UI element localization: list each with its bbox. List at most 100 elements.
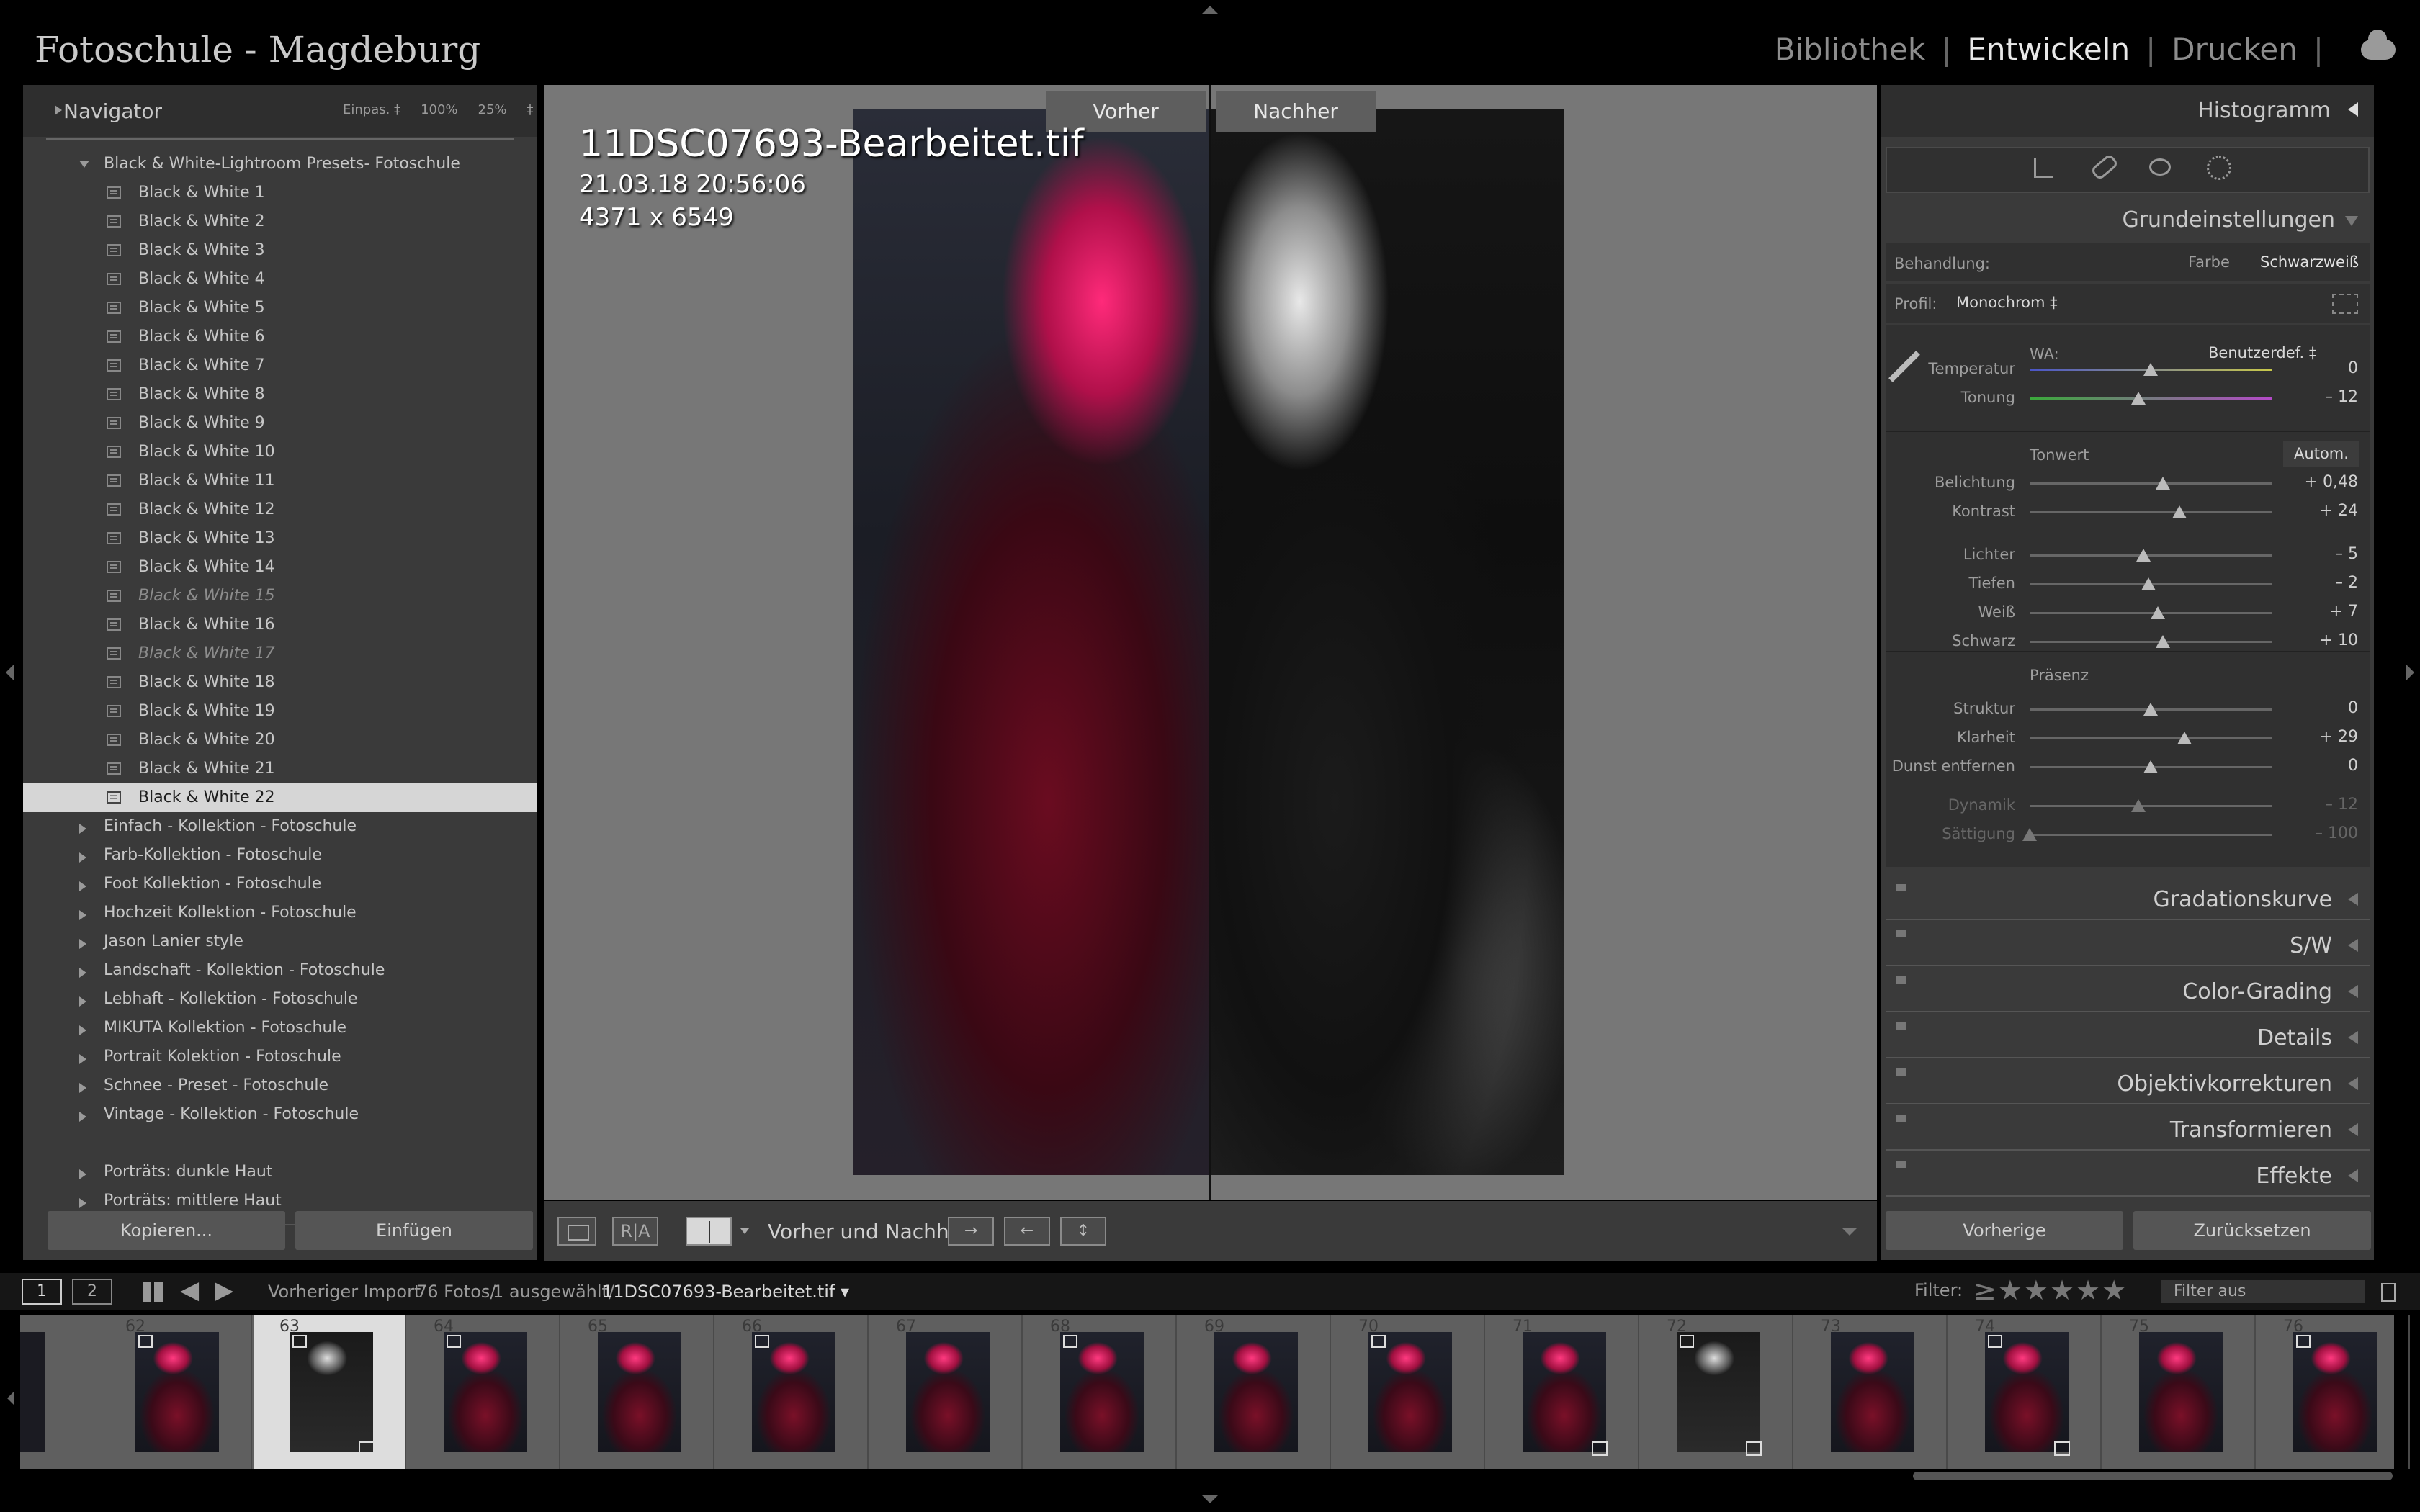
expand-icon[interactable] [79,1169,86,1179]
expand-icon[interactable] [79,1083,86,1093]
preset-item[interactable]: Black & White 17 [23,639,537,668]
view-2-button[interactable]: 2 [72,1279,112,1305]
slider-value[interactable]: + 0,48 [2275,473,2358,491]
masking-icon[interactable] [2207,156,2231,180]
copy-before-to-after-icon[interactable]: → [948,1217,994,1246]
panel-expand-icon[interactable] [2348,1077,2358,1090]
before-after-ra-icon[interactable]: R|A [612,1217,658,1246]
preset-item[interactable]: Black & White 1 [23,179,537,207]
forward-arrow-icon[interactable]: ▶ [215,1276,233,1305]
preset-item[interactable]: Black & White 19 [23,697,537,726]
photo-thumbnail[interactable] [1060,1332,1144,1452]
slider-thumb[interactable] [2141,577,2156,590]
profile-browser-icon[interactable] [2332,294,2358,314]
photo-thumbnail[interactable] [1214,1332,1298,1452]
reset-button[interactable]: Zurücksetzen [2133,1211,2371,1250]
basic-header[interactable]: Grundeinstellungen [1881,199,2374,239]
before-after-split-line[interactable] [1209,85,1211,1200]
filmstrip-cell[interactable]: 76 [2257,1315,2410,1469]
zoom-100-option[interactable]: 100% [421,102,457,117]
filmstrip-cell[interactable]: 74 [1949,1315,2102,1469]
panel-expand-icon[interactable] [2348,893,2358,906]
preset-item[interactable]: Black & White 3 [23,236,537,265]
swap-before-after-icon[interactable]: ↕ [1060,1217,1106,1246]
filmstrip-cell[interactable]: 65 [562,1315,714,1469]
filmstrip-cell[interactable]: 68 [1024,1315,1177,1469]
zoom-25-option[interactable]: 25% [478,102,507,117]
slider-thumb[interactable] [2151,606,2166,619]
slider-value[interactable]: – 5 [2275,545,2358,563]
preset-item[interactable]: Black & White 2 [23,207,537,236]
panel-toggle-switch[interactable] [1896,884,1906,891]
expand-icon[interactable] [79,852,86,863]
panel-toggle-switch[interactable] [1896,976,1906,984]
panel-toggle-switch[interactable] [1896,1068,1906,1076]
photo-thumbnail[interactable] [752,1332,835,1452]
expand-icon[interactable] [79,881,86,891]
slider-value[interactable]: 0 [2275,359,2358,377]
slider-thumb[interactable] [2131,392,2146,405]
preset-group[interactable]: Porträts: dunkle Haut [23,1158,537,1187]
preset-group[interactable]: Einfach - Kollektion - Fotoschule [23,812,537,841]
preset-item[interactable]: Black & White 7 [23,351,537,380]
preset-item[interactable]: Black & White 14 [23,553,537,582]
preset-item[interactable]: Black & White 18 [23,668,537,697]
panel-expand-icon[interactable] [2348,1123,2358,1136]
slider-thumb[interactable] [2022,828,2037,841]
zoom-fit-option[interactable]: Einpas. ‡ [343,102,400,117]
preset-item[interactable]: Black & White 5 [23,294,537,323]
healing-brush-icon[interactable] [2089,153,2120,181]
top-panel-toggle-icon[interactable] [1201,6,1219,14]
preset-item[interactable]: Black & White 22 [23,783,537,812]
photo-thumbnail[interactable] [290,1332,373,1452]
slider-track[interactable] [2030,511,2272,513]
crop-icon[interactable] [2034,158,2053,178]
module-develop[interactable]: Entwickeln [1967,32,2130,67]
slider-track[interactable] [2030,737,2272,739]
current-file[interactable]: 11DSC07693-Bearbeitet.tif ▾ [602,1282,849,1302]
preset-group[interactable]: Farb-Kollektion - Fotoschule [23,841,537,870]
module-print[interactable]: Drucken [2172,32,2298,67]
previous-settings-button[interactable]: Vorherige [1886,1211,2123,1250]
preset-item[interactable]: Black & White 13 [23,524,537,553]
preset-item[interactable]: Black & White 11 [23,467,537,495]
slider-thumb[interactable] [2143,363,2158,376]
right-panel-toggle-icon[interactable] [2406,664,2414,681]
photo-thumbnail[interactable] [2139,1332,2223,1452]
expand-icon[interactable] [79,996,86,1007]
filter-dropdown[interactable]: Filter aus [2161,1280,2365,1303]
photo-thumbnail[interactable] [444,1332,527,1452]
rating-filter-stars[interactable]: ≥★★★★★ [1973,1274,2128,1306]
filmstrip-scrollbar[interactable] [1913,1472,2393,1480]
collapse-icon[interactable] [79,161,89,168]
slider-value[interactable]: – 12 [2275,796,2358,814]
slider-thumb[interactable] [2177,732,2192,744]
slider-track[interactable] [2030,482,2272,485]
photo-thumbnail[interactable] [1368,1332,1452,1452]
preset-item[interactable]: Black & White 16 [23,611,537,639]
slider-track[interactable] [2030,554,2272,557]
panel-header[interactable]: Gradationskurve [1886,877,2370,920]
slider-value[interactable]: + 10 [2275,631,2358,649]
preset-item[interactable]: Black & White 9 [23,409,537,438]
basic-collapse-icon[interactable] [2345,216,2358,226]
slider-thumb[interactable] [2143,703,2158,716]
navigator-header[interactable]: Navigator Einpas. ‡ 100% 25% ‡ [23,85,537,137]
slider-value[interactable]: 0 [2275,699,2358,717]
panel-toggle-switch[interactable] [1896,930,1906,937]
preset-item[interactable]: Black & White 4 [23,265,537,294]
slider-track[interactable] [2030,834,2272,836]
preset-group[interactable]: Schnee - Preset - Fotoschule [23,1071,537,1100]
preset-group[interactable]: Hochzeit Kollektion - Fotoschule [23,899,537,927]
slider-track[interactable] [2030,641,2272,643]
preset-group[interactable]: Lebhaft - Kollektion - Fotoschule [23,985,537,1014]
red-eye-icon[interactable] [2149,158,2171,176]
panel-header[interactable]: Effekte [1886,1153,2370,1197]
slider-thumb[interactable] [2131,799,2146,812]
filmstrip-cell[interactable]: 62 [99,1315,252,1469]
filmstrip-scroll-left-icon[interactable] [7,1391,14,1405]
tone-auto-button[interactable]: Autom. [2283,441,2360,467]
photo-thumbnail[interactable] [598,1332,681,1452]
profile-value[interactable]: Monochrom ‡ [1956,294,2058,311]
preset-item[interactable]: Black & White 21 [23,755,537,783]
